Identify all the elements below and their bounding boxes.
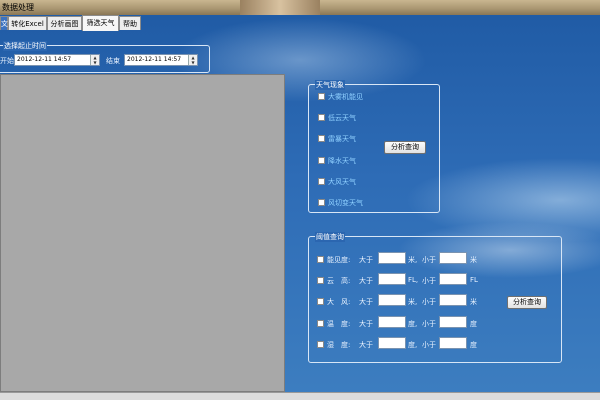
wind-max-input[interactable] [439, 294, 467, 306]
greater-label: 大于 [359, 341, 373, 349]
threshold-name: 湿 度: [327, 341, 351, 349]
threshold-query-legend: 阈值查询 [315, 232, 345, 242]
wind-min-input[interactable] [378, 294, 406, 306]
humidity-min-input[interactable] [378, 337, 406, 349]
temperature-min-input[interactable] [378, 316, 406, 328]
unit-label: 米, [408, 256, 418, 264]
less-label: 小于 [422, 256, 436, 264]
cloud-height-min-input[interactable] [378, 273, 406, 285]
unit-label: 米 [470, 298, 477, 306]
greater-label: 大于 [359, 320, 373, 328]
start-label: 开始 [0, 57, 14, 65]
temperature-max-input[interactable] [439, 316, 467, 328]
threshold-name: 温 度: [327, 320, 351, 328]
results-panel [0, 74, 285, 392]
tab-help[interactable]: 帮助 [119, 16, 141, 30]
start-spin-icon[interactable]: ▲ ▼ [90, 55, 99, 65]
unit-label: FL [470, 276, 478, 284]
time-range-legend: 选择起止时间 [3, 41, 47, 51]
greater-label: 大于 [359, 256, 373, 264]
weather-label-thunder: 雷暴天气 [328, 135, 356, 143]
weather-query-button[interactable]: 分析查询 [384, 141, 426, 154]
threshold-name: 能见度: [327, 256, 351, 264]
end-label: 结束 [106, 57, 120, 65]
weather-label-wind: 大风天气 [328, 178, 356, 186]
weather-checkbox-fog[interactable] [318, 93, 325, 100]
weather-label-rain: 降水天气 [328, 157, 356, 165]
status-strip [0, 392, 600, 400]
tab-file[interactable]: 文 [0, 16, 8, 30]
tab-strip: 文 转化Excel 分析画图 筛选天气 帮助 [0, 15, 160, 31]
weather-checkbox-wind[interactable] [318, 178, 325, 185]
threshold-checkbox-cloud-height[interactable] [317, 277, 324, 284]
end-datetime-value: 2012-12-11 14:57 [127, 56, 182, 63]
weather-label-wind-shear: 风切变天气 [328, 199, 363, 207]
less-label: 小于 [422, 320, 436, 328]
unit-label: 度 [470, 341, 477, 349]
greater-label: 大于 [359, 298, 373, 306]
weather-checkbox-thunder[interactable] [318, 135, 325, 142]
unit-label: 度, [408, 341, 418, 349]
less-label: 小于 [422, 277, 436, 285]
tab-convert-excel[interactable]: 转化Excel [8, 16, 47, 30]
threshold-checkbox-humidity[interactable] [317, 341, 324, 348]
threshold-checkbox-wind[interactable] [317, 298, 324, 305]
title-bar: 数据处理 [0, 0, 600, 15]
threshold-name: 云 高: [327, 277, 351, 285]
threshold-checkbox-visibility[interactable] [317, 256, 324, 263]
unit-label: 度, [408, 320, 418, 328]
greater-label: 大于 [359, 277, 373, 285]
threshold-checkbox-temperature[interactable] [317, 320, 324, 327]
end-spin-icon[interactable]: ▲ ▼ [188, 55, 197, 65]
weather-phenomena-legend: 天气现象 [315, 80, 345, 90]
weather-checkbox-wind-shear[interactable] [318, 199, 325, 206]
threshold-query-button[interactable]: 分析查询 [507, 296, 547, 309]
window-title: 数据处理 [2, 3, 34, 12]
unit-label: 米, [408, 298, 418, 306]
visibility-min-input[interactable] [378, 252, 406, 264]
start-datetime-picker[interactable]: 2012-12-11 14:57 ▲ ▼ [14, 54, 100, 66]
visibility-max-input[interactable] [439, 252, 467, 264]
weather-checkbox-low-cloud[interactable] [318, 114, 325, 121]
start-datetime-value: 2012-12-11 14:57 [17, 56, 72, 63]
humidity-max-input[interactable] [439, 337, 467, 349]
threshold-name: 大 风: [327, 298, 351, 306]
title-image [240, 0, 320, 15]
tab-filter-weather[interactable]: 筛选天气 [82, 15, 119, 31]
end-datetime-picker[interactable]: 2012-12-11 14:57 ▲ ▼ [124, 54, 198, 66]
less-label: 小于 [422, 341, 436, 349]
weather-label-fog: 大雾机能见 [328, 93, 363, 101]
weather-checkbox-rain[interactable] [318, 157, 325, 164]
unit-label: FL, [408, 276, 419, 284]
tab-analysis-chart[interactable]: 分析画图 [47, 16, 82, 30]
less-label: 小于 [422, 298, 436, 306]
weather-label-low-cloud: 低云天气 [328, 114, 356, 122]
unit-label: 度 [470, 320, 477, 328]
unit-label: 米 [470, 256, 477, 264]
cloud-height-max-input[interactable] [439, 273, 467, 285]
